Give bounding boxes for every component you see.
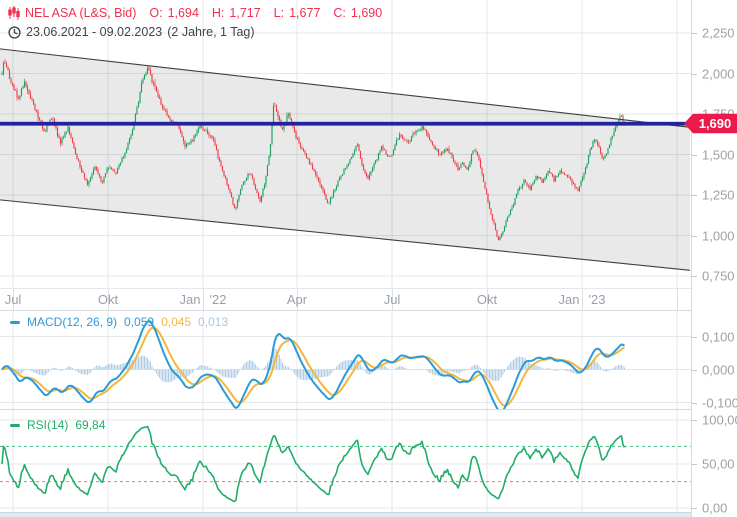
time-axis-label: Jan '22 — [180, 292, 227, 307]
axis-tick-label: 0,00 — [702, 500, 728, 516]
candlestick-icon — [8, 6, 20, 20]
clock-icon — [8, 25, 21, 39]
axis-tick-mark — [692, 370, 697, 371]
macd-hist-value: 0,013 — [198, 315, 229, 329]
ohlc-high-label: H: — [211, 6, 225, 20]
axis-tick-mark — [692, 403, 697, 404]
axis-tick-mark — [692, 33, 697, 34]
date-range-row: 23.06.2021 - 09.02.2023 (2 Jahre, 1 Tag) — [8, 24, 382, 40]
month-label: Jan — [179, 292, 201, 307]
ohlc-high-value: 1,717 — [229, 6, 261, 20]
horizontal-level-line — [0, 121, 691, 126]
macd-line-key-icon — [10, 320, 20, 324]
axis-tick-mark — [692, 195, 697, 196]
ohlc-low-value: 1,677 — [289, 6, 321, 20]
axis-tick-mark — [692, 420, 697, 421]
bottom-toolbar-edge — [0, 512, 737, 517]
axis-tick-mark — [692, 276, 697, 277]
period-text: (2 Jahre, 1 Tag) — [167, 25, 255, 39]
axis-tick-label: 1,250 — [702, 187, 735, 203]
date-range-text: 23.06.2021 - 09.02.2023 — [26, 25, 163, 39]
axis-tick-label: -0,100 — [702, 395, 737, 410]
axis-tick-label: 2,250 — [702, 25, 735, 41]
rsi-line-key-icon — [10, 423, 20, 427]
macd-label: MACD(12, 26, 9) — [27, 315, 118, 329]
axis-tick-label: 2,000 — [702, 66, 735, 81]
axis-tick-label: 0,750 — [702, 268, 735, 284]
macd-signal-value: 0,045 — [161, 315, 192, 329]
rsi-legend: RSI(14) 69,84 — [10, 418, 105, 432]
axis-tick-mark — [692, 155, 697, 156]
month-label: Okt — [476, 292, 498, 307]
macd-legend: MACD(12, 26, 9) 0,059 0,045 0,013 — [10, 315, 228, 329]
time-axis-divider — [677, 289, 678, 311]
time-axis-label: Jul — [5, 292, 22, 307]
month-label: Jul — [383, 292, 401, 307]
axis-tick-mark — [692, 337, 697, 338]
axis-tick-label: 1,000 — [702, 228, 735, 243]
year-label: '22 — [209, 292, 227, 307]
ohlc-close-value: 1,690 — [350, 6, 383, 20]
chart-header: NEL ASA (L&S, Bid) O: 1,694 H: 1,717 L: 1,677 C… — [8, 5, 382, 40]
time-axis-label: Apr — [287, 292, 307, 307]
month-label: Apr — [286, 292, 308, 307]
ohlc-close-label: C: — [333, 6, 346, 20]
trading-chart-window: Jul Okt Jan '22 Apr Jul Okt Jan '23 1,690 2,250 2… — [0, 0, 737, 517]
rsi-label: RSI(14) — [27, 418, 69, 432]
ohlc-low-label: L: — [273, 6, 285, 20]
symbol-name: NEL ASA (L&S, Bid) — [25, 6, 137, 20]
time-axis-label: Okt — [477, 292, 497, 307]
axis-tick-label: 50,00 — [702, 456, 735, 472]
candlestick-chart — [0, 0, 691, 288]
time-axis-label: Jul — [384, 292, 401, 307]
time-axis[interactable]: Jul Okt Jan '22 Apr Jul Okt Jan '23 — [0, 288, 691, 311]
axis-tick-label: 0,000 — [702, 362, 735, 377]
ohlc-open-value: 1,694 — [167, 6, 199, 20]
last-price-badge-label: 1,690 — [699, 116, 732, 131]
axis-tick-mark — [692, 508, 697, 509]
price-axis[interactable]: 1,690 2,2502,0001,7501,5001,2501,0000,75… — [684, 0, 737, 517]
ohlc-open-label: O: — [149, 6, 163, 20]
month-label: Jan — [558, 292, 580, 307]
rsi-value: 69,84 — [75, 418, 106, 432]
year-label: '23 — [588, 292, 606, 307]
month-label: Jul — [4, 292, 22, 307]
last-price-badge: 1,690 — [684, 113, 737, 134]
month-label: Okt — [97, 292, 119, 307]
axis-tick-mark — [692, 464, 697, 465]
axis-tick-label: 0,100 — [702, 329, 735, 344]
axis-tick-label: 100,00 — [702, 412, 737, 428]
axis-tick-mark — [692, 74, 697, 75]
symbol-row: NEL ASA (L&S, Bid) O: 1,694 H: 1,717 L: 1,677 C… — [8, 5, 382, 21]
price-chart-panel[interactable] — [0, 0, 691, 288]
macd-value: 0,059 — [124, 315, 155, 329]
axis-tick-label: 1,500 — [702, 147, 735, 162]
time-axis-label: Okt — [98, 292, 118, 307]
axis-tick-mark — [692, 236, 697, 237]
time-axis-label: Jan '23 — [559, 292, 606, 307]
